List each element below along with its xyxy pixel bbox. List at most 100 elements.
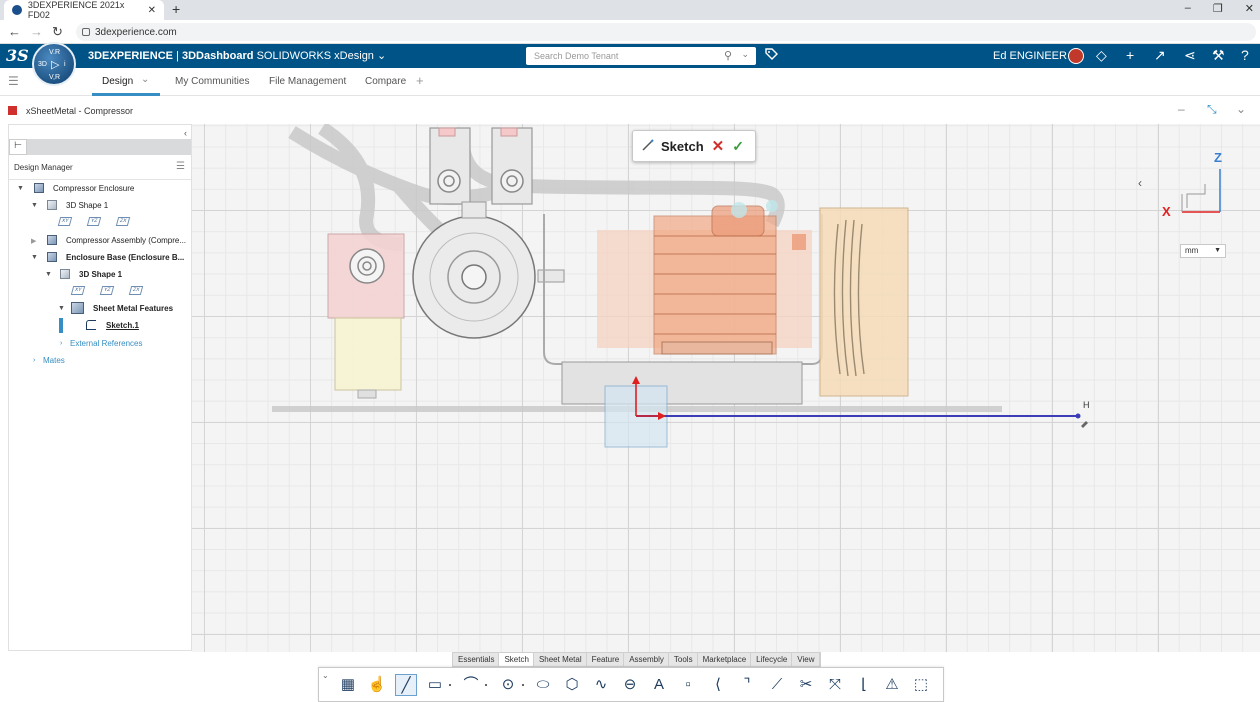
tab-lifecycle[interactable]: Lifecycle: [751, 653, 793, 666]
minimize-window-button[interactable]: –: [1185, 2, 1191, 15]
more-options-dot[interactable]: [449, 684, 451, 686]
share-icon[interactable]: ↗: [1154, 47, 1166, 64]
offset-icon[interactable]: ⟋: [766, 674, 788, 696]
tools-icon[interactable]: ⚒: [1212, 47, 1225, 64]
slot-icon[interactable]: ⊖: [619, 674, 641, 696]
plane-yz-icon[interactable]: YZ: [99, 286, 115, 295]
tab-tools[interactable]: Tools: [669, 653, 698, 666]
ellipse-icon[interactable]: ⬭: [532, 674, 554, 696]
minimize-widget-icon[interactable]: –: [1178, 102, 1185, 116]
selection-indicator: [59, 318, 63, 333]
line-icon[interactable]: ╱: [395, 674, 417, 696]
plane-xy-icon[interactable]: XY: [57, 217, 73, 226]
filter-assembly: [327, 233, 405, 399]
window-controls: – ❐ ✕: [1185, 2, 1254, 15]
compass-left[interactable]: 3D: [38, 61, 47, 68]
add-tab-icon[interactable]: +: [416, 73, 424, 88]
plane-yz-icon[interactable]: YZ: [86, 217, 102, 226]
expand-arrow-icon[interactable]: ▼: [31, 254, 38, 261]
chevron-right-icon[interactable]: ›: [60, 340, 62, 347]
exit-sketch-button[interactable]: ✓: [732, 138, 744, 155]
compass-right[interactable]: i: [64, 61, 66, 68]
tab-sheet-metal[interactable]: Sheet Metal: [534, 653, 587, 666]
expand-arrow-icon[interactable]: ▼: [58, 305, 65, 312]
help-icon[interactable]: ?: [1241, 47, 1249, 63]
fillet-icon[interactable]: ⟨: [707, 674, 729, 696]
arc-icon[interactable]: ⌒: [460, 674, 487, 696]
polygon-icon[interactable]: ⬡: [561, 674, 583, 696]
chevron-right-icon[interactable]: ›: [33, 357, 35, 364]
box-icon[interactable]: ⬚: [910, 674, 932, 696]
app-title[interactable]: 3DEXPERIENCE | 3DDashboard SOLIDWORKS xD…: [88, 49, 386, 62]
tab-sketch[interactable]: Sketch: [499, 653, 534, 666]
new-tab-button[interactable]: +: [172, 1, 180, 17]
tab-my-communities[interactable]: My Communities: [175, 76, 249, 87]
cancel-sketch-button[interactable]: ✕: [712, 137, 725, 155]
tag-plus-icon[interactable]: ◇: [1096, 47, 1107, 64]
plane-zx-icon[interactable]: ZX: [128, 286, 144, 295]
convert-icon[interactable]: ⌊: [853, 674, 875, 696]
widget-menu-icon[interactable]: ⌄: [1236, 102, 1246, 116]
extend-icon[interactable]: ⤧: [824, 674, 846, 696]
collapse-view-panel-icon[interactable]: ‹: [1138, 176, 1142, 190]
compass-icon[interactable]: V.R 3D ▷ i V,R: [32, 42, 76, 86]
tab-marketplace[interactable]: Marketplace: [698, 653, 752, 666]
user-name[interactable]: Ed ENGINEER: [993, 50, 1067, 62]
add-icon[interactable]: +: [1126, 47, 1134, 63]
tab-compare[interactable]: Compare: [365, 76, 406, 87]
tree-view-icon[interactable]: ⊢: [9, 139, 27, 155]
close-window-button[interactable]: ✕: [1245, 2, 1254, 15]
search-options-icon[interactable]: ⌄: [741, 49, 749, 60]
expand-arrow-icon[interactable]: ▼: [45, 271, 52, 278]
tab-essentials[interactable]: Essentials: [453, 653, 500, 666]
tab-feature[interactable]: Feature: [587, 653, 625, 666]
avatar[interactable]: [1068, 48, 1084, 64]
back-button[interactable]: ←: [8, 24, 21, 39]
tag-icon[interactable]: [764, 47, 778, 64]
url-field[interactable]: 3dexperience.com: [76, 23, 1256, 41]
chevron-down-icon[interactable]: ⌄: [141, 74, 149, 85]
plane-zx-icon[interactable]: ZX: [115, 217, 131, 226]
view-triad[interactable]: X Z: [1162, 150, 1222, 219]
constraint-icon[interactable]: ⚠: [881, 674, 903, 696]
text-icon[interactable]: A: [648, 674, 670, 696]
chamfer-icon[interactable]: ⌝: [736, 674, 758, 696]
browser-tab[interactable]: 3DEXPERIENCE 2021x FD02 ✕: [4, 0, 164, 20]
plane-xy-icon[interactable]: XY: [70, 286, 86, 295]
circle-icon[interactable]: ⊙: [497, 674, 524, 696]
panel-menu-icon[interactable]: ☰: [176, 161, 185, 172]
expand-arrow-icon[interactable]: ▶: [31, 237, 36, 245]
close-tab-icon[interactable]: ✕: [148, 5, 156, 16]
more-options-dot[interactable]: [485, 684, 487, 686]
tab-assembly[interactable]: Assembly: [624, 653, 669, 666]
point-icon[interactable]: ▫: [677, 674, 699, 696]
collapse-panel-icon[interactable]: ‹: [184, 128, 187, 138]
expand-arrow-icon[interactable]: ▼: [31, 202, 38, 209]
compass-play-icon[interactable]: ▷: [51, 58, 59, 71]
rectangle-icon[interactable]: ▭: [424, 674, 451, 696]
action-bar-toggle-icon[interactable]: ⌄: [322, 671, 329, 680]
expand-arrow-icon[interactable]: ▼: [17, 185, 24, 192]
dashboard-menu-icon[interactable]: ☰: [8, 74, 19, 88]
units-select[interactable]: mm ▼: [1180, 244, 1226, 258]
maximize-window-button[interactable]: ❐: [1213, 2, 1223, 15]
social-icon[interactable]: ⋖: [1184, 47, 1196, 64]
search-input[interactable]: Search Demo Tenant ⚲ ⌄: [526, 47, 756, 65]
select-icon[interactable]: ☝: [366, 674, 388, 696]
compass-top[interactable]: V.R: [49, 49, 60, 56]
search-icon[interactable]: ⚲: [724, 49, 732, 62]
sketch-endpoint[interactable]: [1075, 413, 1081, 419]
compass-bottom[interactable]: V,R: [49, 74, 60, 81]
forward-button[interactable]: →: [30, 24, 43, 39]
spline-icon[interactable]: ∿: [590, 674, 612, 696]
more-options-dot[interactable]: [522, 684, 524, 686]
trim-icon[interactable]: ✂: [795, 674, 817, 696]
3d-viewport[interactable]: H X Z Sketch ✕ ✓ ‹ mm ▼: [192, 124, 1260, 652]
tab-design[interactable]: Design: [102, 76, 133, 87]
expand-widget-icon[interactable]: ⤡: [1207, 102, 1217, 117]
reload-button[interactable]: ↻: [52, 24, 63, 40]
grid-icon[interactable]: ▦: [337, 674, 359, 696]
tab-file-management[interactable]: File Management: [269, 76, 346, 87]
action-bar: Essentials Sketch Sheet Metal Feature Assemb…: [318, 652, 944, 702]
tab-view[interactable]: View: [792, 653, 820, 666]
